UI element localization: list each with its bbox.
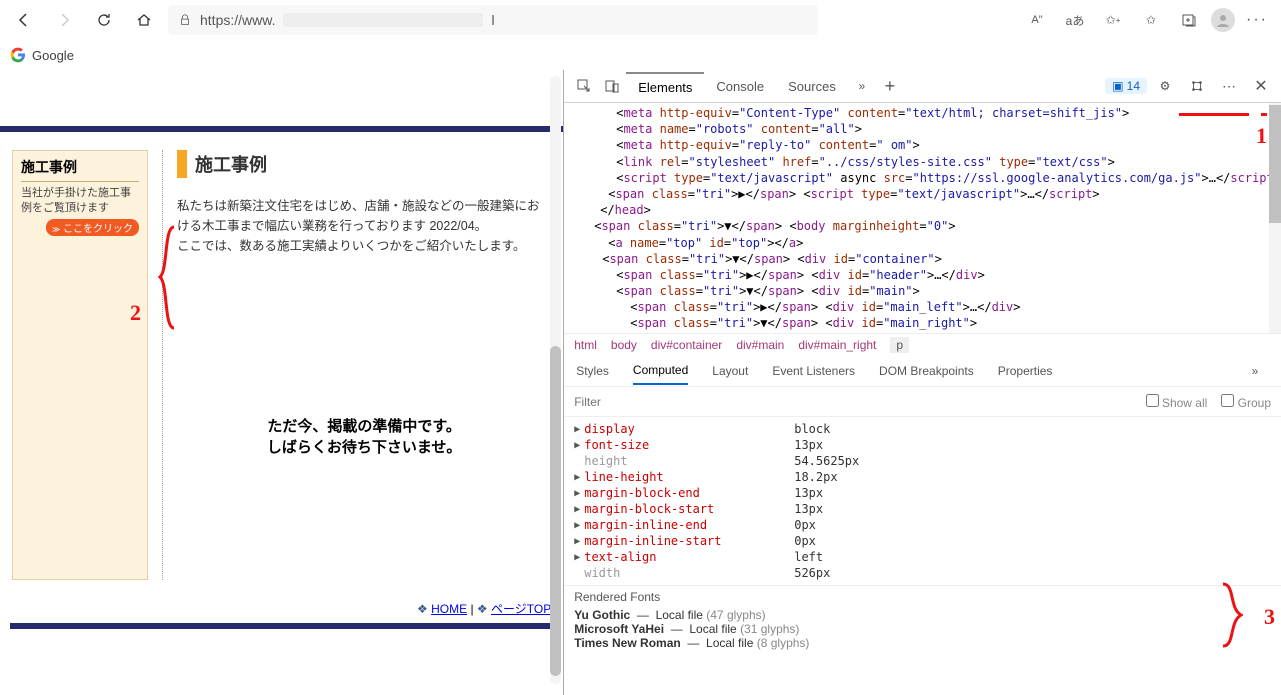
rule-top [0,126,563,132]
section-title: 施工事例 [195,151,267,177]
add-favorite-icon[interactable]: ✩+ [1097,4,1129,36]
devtools-panel: Elements Console Sources » + ▣14 ⚙ ⋯ ✕ <… [564,70,1281,695]
more-subtabs-icon[interactable]: » [1241,357,1269,385]
collections-icon[interactable] [1173,4,1205,36]
annotation-3: 3 [1264,604,1275,630]
tab-elements[interactable]: Elements [626,72,704,101]
bookmark-google[interactable]: Google [32,48,74,63]
annotation-1-underline2 [1261,113,1267,116]
section-accent-bar [177,150,187,178]
refresh-button[interactable] [88,4,120,36]
rule-bottom [10,623,553,629]
subtab-event-listeners[interactable]: Event Listeners [772,358,855,384]
read-aloud-icon[interactable]: A" [1021,4,1053,36]
page-scrollbar[interactable] [550,76,561,684]
translate-icon[interactable]: aあ [1059,4,1091,36]
sidebar-desc: 当社が手掛けた施工事例をご覧頂けます [21,186,139,217]
dock-icon[interactable] [1183,72,1211,100]
favorites-icon[interactable]: ✩ [1135,4,1167,36]
annotation-3-brace [1221,582,1243,648]
computed-filter-row: Show all Group [564,387,1281,417]
subtab-dom-breakpoints[interactable]: DOM Breakpoints [879,358,974,384]
issues-badge[interactable]: ▣14 [1105,78,1147,94]
filter-input[interactable] [574,395,729,409]
pagetop-link[interactable]: ページTOP [491,602,551,616]
elements-scrollbar[interactable] [1269,103,1281,333]
url-prefix: https://www. [200,12,275,28]
toolbar-right: A" aあ ✩+ ✩ ··· [1021,4,1273,36]
elements-tree[interactable]: <meta http-equiv="Content-Type" content=… [564,103,1281,333]
sidebar-title: 施工事例 [21,157,139,177]
bookmarks-bar: Google [0,40,1281,70]
footer-links: ❖ HOME | ❖ ページTOP [12,600,551,617]
devtools-more-icon[interactable]: ⋯ [1215,72,1243,100]
settings-icon[interactable]: ⚙ [1151,72,1179,100]
browser-toolbar: https://www. l A" aあ ✩+ ✩ ··· [0,0,1281,40]
tab-console[interactable]: Console [704,73,776,100]
inspect-icon[interactable] [570,72,598,100]
main-column: 施工事例 私たちは新築注文住宅をはじめ、店舗・施設などの一般建築における木工事ま… [162,150,551,580]
computed-panel[interactable]: ▶displayblock▶font-size13px height54.562… [564,417,1281,585]
group-checkbox[interactable]: Group [1221,394,1271,410]
url-redacted [283,13,483,27]
annotation-2-brace [158,225,178,330]
lock-icon [178,13,192,27]
annotation-1: 1 [1256,121,1267,151]
forward-button[interactable] [48,4,80,36]
page-viewport: 施工事例 当社が手掛けた施工事例をご覧頂けます ≫ ここをクリック 施工事例 私… [0,70,564,695]
back-button[interactable] [8,4,40,36]
intro-text: 私たちは新築注文住宅をはじめ、店舗・施設などの一般建築における木工事まで幅広い業… [177,196,551,256]
elements-breadcrumbs[interactable]: html body div#container div#main div#mai… [564,333,1281,355]
annotation-1-underline [1179,113,1249,116]
sidebar-click-button[interactable]: ≫ ここをクリック [46,219,139,236]
address-bar[interactable]: https://www. l [168,5,818,35]
home-button[interactable] [128,4,160,36]
home-link[interactable]: HOME [431,602,467,616]
annotation-2: 2 [130,300,141,326]
sidebar-card: 施工事例 当社が手掛けた施工事例をご覧頂けます ≫ ここをクリック [12,150,148,580]
profile-avatar[interactable] [1211,8,1235,32]
more-tabs-icon[interactable]: » [848,72,876,100]
styles-tabbar: Styles Computed Layout Event Listeners D… [564,355,1281,387]
device-icon[interactable] [598,72,626,100]
subtab-layout[interactable]: Layout [712,358,748,384]
subtab-computed[interactable]: Computed [633,357,688,385]
more-button[interactable]: ··· [1241,4,1273,36]
rendered-fonts-heading: Rendered Fonts [574,590,1271,604]
show-all-checkbox[interactable]: Show all [1146,394,1208,410]
tab-sources[interactable]: Sources [776,73,848,100]
new-tab-icon[interactable]: + [876,72,904,100]
preparing-message: ただ今、掲載の準備中です。 しばらくお待ち下さいませ。 [177,416,551,458]
url-suffix: l [491,12,494,28]
devtools-tabbar: Elements Console Sources » + ▣14 ⚙ ⋯ ✕ [564,70,1281,103]
subtab-styles[interactable]: Styles [576,358,609,384]
close-devtools-icon[interactable]: ✕ [1247,72,1275,100]
rendered-fonts-panel: Rendered Fonts Yu Gothic — Local file (4… [564,585,1281,654]
subtab-properties[interactable]: Properties [998,358,1053,384]
google-icon [10,47,26,63]
